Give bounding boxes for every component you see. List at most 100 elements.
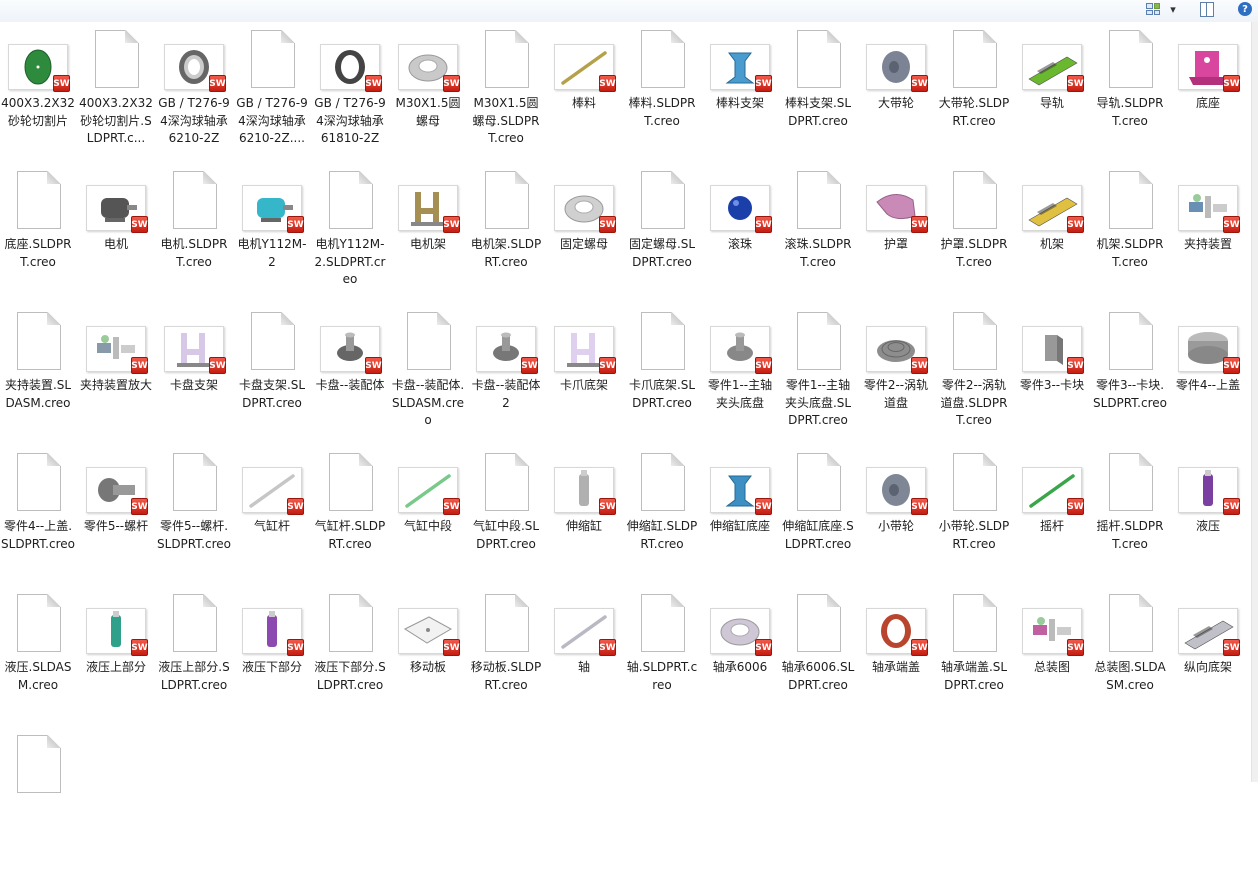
file-item[interactable]: SW 轴承端盖 <box>859 594 933 732</box>
file-item[interactable] <box>1 735 75 873</box>
file-item[interactable]: 总装图.SLDASM.creo <box>1093 594 1167 732</box>
file-item[interactable]: 液压下部分.SLDPRT.creo <box>313 594 387 732</box>
solidworks-part-thumbnail-icon: SW <box>1020 312 1084 374</box>
file-item[interactable]: SW 棒料 <box>547 30 621 168</box>
file-item[interactable]: 夹持装置.SLDASM.creo <box>1 312 75 450</box>
file-item[interactable]: SW 固定螺母 <box>547 171 621 309</box>
file-item[interactable]: SW 卡盘--装配体2 <box>469 312 543 450</box>
file-item[interactable]: 护罩.SLDPRT.creo <box>937 171 1011 309</box>
file-item[interactable]: 零件2--涡轨道盘.SLDPRT.creo <box>937 312 1011 450</box>
solidworks-badge-icon: SW <box>131 216 148 233</box>
file-item[interactable]: SW 伸缩缸 <box>547 453 621 591</box>
file-item[interactable]: 零件4--上盖.SLDPRT.creo <box>1 453 75 591</box>
file-item[interactable]: 电机Y112M-2.SLDPRT.creo <box>313 171 387 309</box>
file-item[interactable]: SW 大带轮 <box>859 30 933 168</box>
file-item[interactable]: SW 气缸杆 <box>235 453 309 591</box>
file-item[interactable]: SW 护罩 <box>859 171 933 309</box>
file-item[interactable]: SW 400X3.2X32砂轮切割片 <box>1 30 75 168</box>
file-item[interactable]: 轴承端盖.SLDPRT.creo <box>937 594 1011 732</box>
file-item[interactable]: SW 卡爪底架 <box>547 312 621 450</box>
help-icon[interactable]: ? <box>1236 0 1254 18</box>
file-item[interactable]: SW 总装图 <box>1015 594 1089 732</box>
file-item[interactable]: SW 机架 <box>1015 171 1089 309</box>
file-item[interactable]: SW M30X1.5圆螺母 <box>391 30 465 168</box>
file-item[interactable]: SW 零件3--卡块 <box>1015 312 1089 450</box>
file-item[interactable]: SW 底座 <box>1171 30 1245 168</box>
file-item[interactable]: SW GB / T276-94深沟球轴承61810-2Z <box>313 30 387 168</box>
file-item[interactable]: SW 夹持装置 <box>1171 171 1245 309</box>
file-name-label: 底座 <box>1195 96 1220 110</box>
file-item[interactable]: SW 卡盘支架 <box>157 312 231 450</box>
file-item[interactable]: 棒料.SLDPRT.creo <box>625 30 699 168</box>
file-item[interactable]: 滚珠.SLDPRT.creo <box>781 171 855 309</box>
file-item[interactable]: 伸缩缸底座.SLDPRT.creo <box>781 453 855 591</box>
part-preview-image: SW <box>320 326 382 374</box>
part-preview-image: SW <box>1022 608 1084 656</box>
file-item[interactable]: SW 液压上部分 <box>79 594 153 732</box>
file-item[interactable]: 400X3.2X32砂轮切割片.SLDPRT.c... <box>79 30 153 168</box>
view-options-icon[interactable] <box>1144 0 1162 18</box>
file-item[interactable]: SW 夹持装置放大 <box>79 312 153 450</box>
file-name-label: 夹持装置 <box>1183 237 1232 251</box>
file-item[interactable]: GB / T276-94深沟球轴承6210-2Z.... <box>235 30 309 168</box>
file-item[interactable]: 电机.SLDPRT.creo <box>157 171 231 309</box>
part-preview-image: SW <box>1178 467 1240 515</box>
file-item[interactable]: SW 移动板 <box>391 594 465 732</box>
file-item[interactable]: SW 零件1--主轴夹头底盘 <box>703 312 777 450</box>
file-item[interactable]: 固定螺母.SLDPRT.creo <box>625 171 699 309</box>
solidworks-badge-icon: SW <box>1067 216 1084 233</box>
file-item[interactable]: SW 零件5--螺杆 <box>79 453 153 591</box>
file-item[interactable]: 大带轮.SLDPRT.creo <box>937 30 1011 168</box>
part-preview-image: SW <box>1178 185 1240 233</box>
file-item[interactable]: M30X1.5圆螺母.SLDPRT.creo <box>469 30 543 168</box>
view-options-dropdown-icon[interactable]: ▾ <box>1166 0 1180 18</box>
file-item[interactable]: 伸缩缸.SLDPRT.creo <box>625 453 699 591</box>
file-item[interactable]: 零件3--卡块.SLDPRT.creo <box>1093 312 1167 450</box>
vertical-scrollbar[interactable] <box>1251 22 1258 782</box>
file-item[interactable]: 棒料支架.SLDPRT.creo <box>781 30 855 168</box>
file-item[interactable]: SW 棒料支架 <box>703 30 777 168</box>
file-item[interactable]: SW 纵向底架 <box>1171 594 1245 732</box>
file-item[interactable]: SW 小带轮 <box>859 453 933 591</box>
file-item[interactable]: 机架.SLDPRT.creo <box>1093 171 1167 309</box>
solidworks-badge-icon: SW <box>911 75 928 92</box>
file-item[interactable]: SW 零件2--涡轨道盘 <box>859 312 933 450</box>
file-item[interactable]: SW 轴承6006 <box>703 594 777 732</box>
file-item[interactable]: SW 电机架 <box>391 171 465 309</box>
file-item[interactable]: SW 电机Y112M-2 <box>235 171 309 309</box>
file-item[interactable]: 零件5--螺杆.SLDPRT.creo <box>157 453 231 591</box>
file-item[interactable]: 导轨.SLDPRT.creo <box>1093 30 1167 168</box>
file-item[interactable]: 卡盘--装配体.SLDASM.creo <box>391 312 465 450</box>
file-item[interactable]: 轴.SLDPRT.creo <box>625 594 699 732</box>
file-item[interactable]: SW 气缸中段 <box>391 453 465 591</box>
file-item[interactable]: 气缸杆.SLDPRT.creo <box>313 453 387 591</box>
file-item[interactable]: 小带轮.SLDPRT.creo <box>937 453 1011 591</box>
file-item[interactable]: SW 轴 <box>547 594 621 732</box>
file-item[interactable]: 移动板.SLDPRT.creo <box>469 594 543 732</box>
file-item[interactable]: 液压.SLDASM.creo <box>1 594 75 732</box>
part-preview-image: SW <box>554 185 616 233</box>
file-item[interactable]: SW 电机 <box>79 171 153 309</box>
file-item[interactable]: 摇杆.SLDPRT.creo <box>1093 453 1167 591</box>
blank-file-icon <box>474 594 538 656</box>
file-item[interactable]: 轴承6006.SLDPRT.creo <box>781 594 855 732</box>
file-item[interactable]: 零件1--主轴夹头底盘.SLDPRT.creo <box>781 312 855 450</box>
file-item[interactable]: 气缸中段.SLDPRT.creo <box>469 453 543 591</box>
file-item[interactable]: SW GB / T276-94深沟球轴承6210-2Z <box>157 30 231 168</box>
file-item[interactable]: 液压上部分.SLDPRT.creo <box>157 594 231 732</box>
file-item[interactable]: SW 液压下部分 <box>235 594 309 732</box>
file-item[interactable]: 卡爪底架.SLDPRT.creo <box>625 312 699 450</box>
file-item[interactable]: SW 摇杆 <box>1015 453 1089 591</box>
file-item[interactable]: 底座.SLDPRT.creo <box>1 171 75 309</box>
preview-pane-icon[interactable] <box>1198 0 1216 18</box>
file-item[interactable]: SW 卡盘--装配体 <box>313 312 387 450</box>
blank-file-icon <box>396 312 460 374</box>
blank-file-icon <box>240 30 304 92</box>
file-item[interactable]: SW 液压 <box>1171 453 1245 591</box>
file-item[interactable]: SW 导轨 <box>1015 30 1089 168</box>
file-item[interactable]: 电机架.SLDPRT.creo <box>469 171 543 309</box>
file-item[interactable]: SW 滚珠 <box>703 171 777 309</box>
file-item[interactable]: SW 伸缩缸底座 <box>703 453 777 591</box>
file-item[interactable]: 卡盘支架.SLDPRT.creo <box>235 312 309 450</box>
file-item[interactable]: SW 零件4--上盖 <box>1171 312 1245 450</box>
